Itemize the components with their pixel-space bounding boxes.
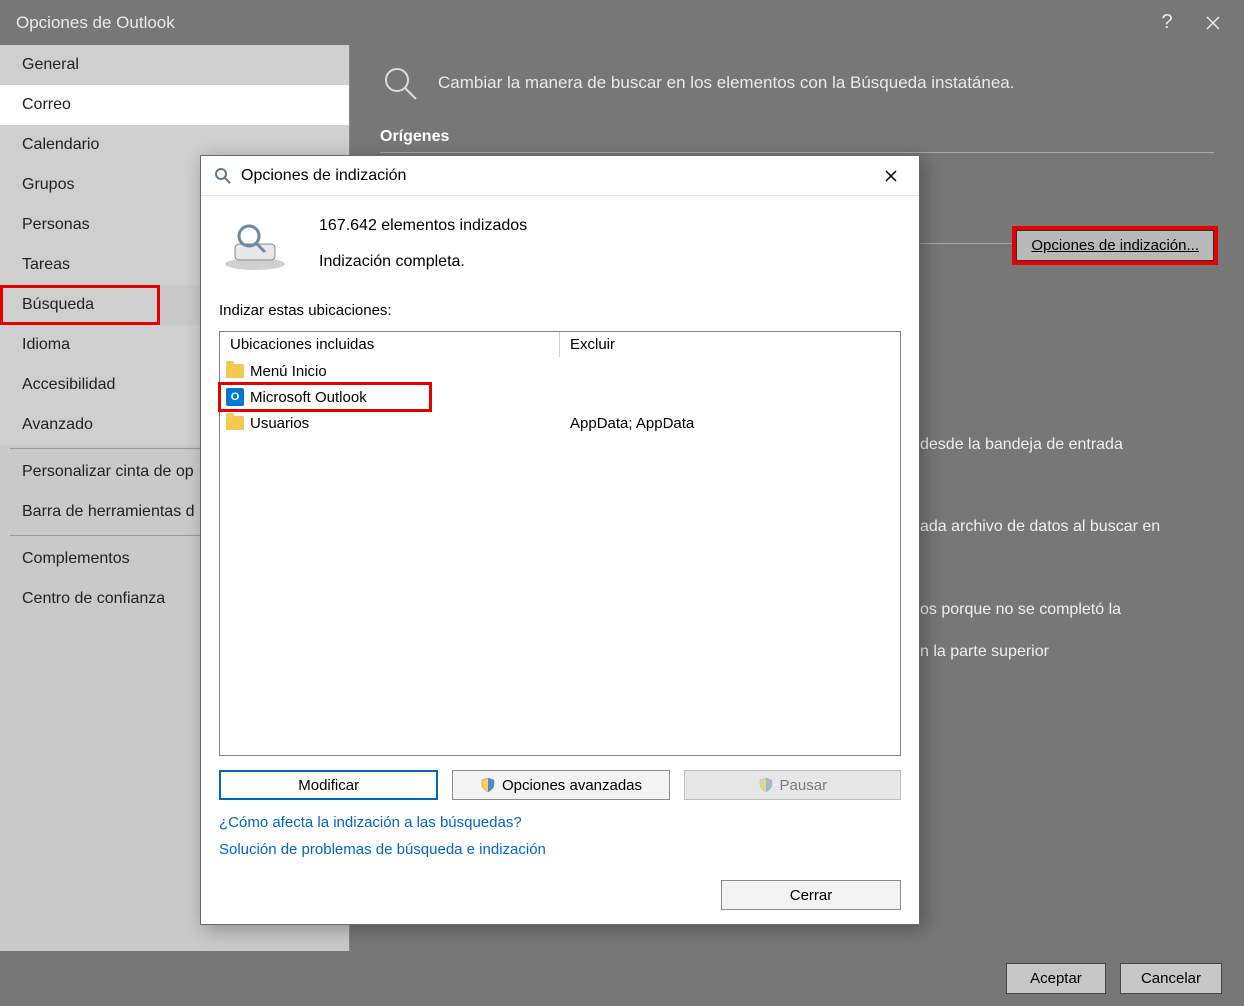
close-label: Cerrar: [790, 887, 833, 904]
shield-icon: [480, 777, 496, 793]
outlook-title: Opciones de Outlook: [16, 13, 1144, 33]
pause-button: Pausar: [684, 770, 901, 800]
advanced-options-button[interactable]: Opciones avanzadas: [452, 770, 669, 800]
close-icon: [885, 170, 897, 182]
indexing-options-button[interactable]: Opciones de indización...: [1016, 230, 1214, 261]
sidebar-label: Centro de confianza: [22, 590, 165, 608]
row-name: Microsoft Outlook: [250, 389, 367, 406]
ok-button[interactable]: Aceptar: [1006, 963, 1106, 994]
dialog-close-footer-button[interactable]: Cerrar: [721, 880, 901, 910]
table-header: Ubicaciones incluidas Excluir: [220, 332, 900, 358]
indexing-status-icon: [219, 216, 291, 272]
col-included[interactable]: Ubicaciones incluidas: [220, 332, 560, 357]
folder-icon: [226, 416, 244, 430]
table-row-outlook[interactable]: O Microsoft Outlook: [220, 384, 430, 410]
col-exclude[interactable]: Excluir: [560, 332, 900, 357]
folder-icon: [226, 364, 244, 378]
sidebar-label: Tareas: [22, 256, 70, 274]
locations-label: Indizar estas ubicaciones:: [219, 302, 901, 319]
dialog-titlebar: Opciones de indización: [201, 156, 919, 196]
sidebar-label: Calendario: [22, 136, 99, 154]
advanced-label: Opciones avanzadas: [502, 777, 642, 794]
row-name: Menú Inicio: [250, 363, 327, 380]
shield-icon: [758, 777, 774, 793]
sidebar-label: Personalizar cinta de op: [22, 463, 194, 481]
sidebar-item-general[interactable]: General: [0, 45, 349, 85]
indexing-options-dialog: Opciones de indización 167.642 elementos…: [200, 155, 920, 925]
indexing-complete: Indización completa.: [319, 253, 527, 271]
indexing-options-label: Opciones de indización...: [1031, 237, 1199, 254]
locations-table: Ubicaciones incluidas Excluir Menú Inici…: [219, 331, 901, 756]
sidebar-label: Idioma: [22, 336, 70, 354]
row-name: Usuarios: [250, 415, 309, 432]
sidebar-label: General: [22, 56, 79, 74]
indexed-count: 167.642 elementos indizados: [319, 217, 527, 235]
sidebar-item-correo[interactable]: Correo: [0, 85, 349, 125]
outlook-titlebar: Opciones de Outlook ?: [0, 0, 1244, 45]
modify-button[interactable]: Modificar: [219, 770, 438, 800]
dialog-title: Opciones de indización: [241, 167, 871, 185]
sidebar-label: Búsqueda: [22, 296, 94, 314]
search-icon: [380, 63, 420, 103]
cancel-label: Cancelar: [1141, 970, 1201, 987]
section-title-origenes: Orígenes: [380, 128, 1214, 146]
ok-label: Aceptar: [1030, 970, 1082, 987]
sidebar-label: Complementos: [22, 550, 130, 568]
sidebar-label: Personas: [22, 216, 90, 234]
link-troubleshoot-indexing[interactable]: Solución de problemas de búsqueda e indi…: [219, 841, 901, 858]
table-row[interactable]: Menú Inicio: [220, 358, 900, 384]
outlook-icon: O: [226, 388, 244, 406]
indexing-icon: [213, 166, 233, 186]
row-exclude: AppData; AppData: [560, 415, 900, 432]
section-rule: [380, 152, 1214, 153]
sidebar-label: Barra de herramientas d: [22, 503, 195, 521]
cancel-button[interactable]: Cancelar: [1120, 963, 1222, 994]
modify-label: Modificar: [298, 777, 359, 794]
close-icon: [1206, 16, 1220, 30]
pause-label: Pausar: [780, 777, 828, 794]
sidebar-item-busqueda[interactable]: Búsqueda: [0, 285, 160, 325]
sidebar-label: Grupos: [22, 176, 74, 194]
outlook-footer: Aceptar Cancelar: [0, 951, 1244, 1006]
dialog-close-button[interactable]: [871, 156, 911, 196]
table-row[interactable]: Usuarios AppData; AppData: [220, 410, 900, 436]
sidebar-label: Avanzado: [22, 416, 93, 434]
link-how-indexing-affects[interactable]: ¿Cómo afecta la indización a las búsqued…: [219, 814, 901, 831]
close-button[interactable]: [1190, 0, 1236, 45]
sidebar-label: Accesibilidad: [22, 376, 115, 394]
help-button[interactable]: ?: [1144, 0, 1190, 45]
content-header-text: Cambiar la manera de buscar en los eleme…: [438, 73, 1014, 93]
sidebar-label: Correo: [22, 96, 71, 114]
